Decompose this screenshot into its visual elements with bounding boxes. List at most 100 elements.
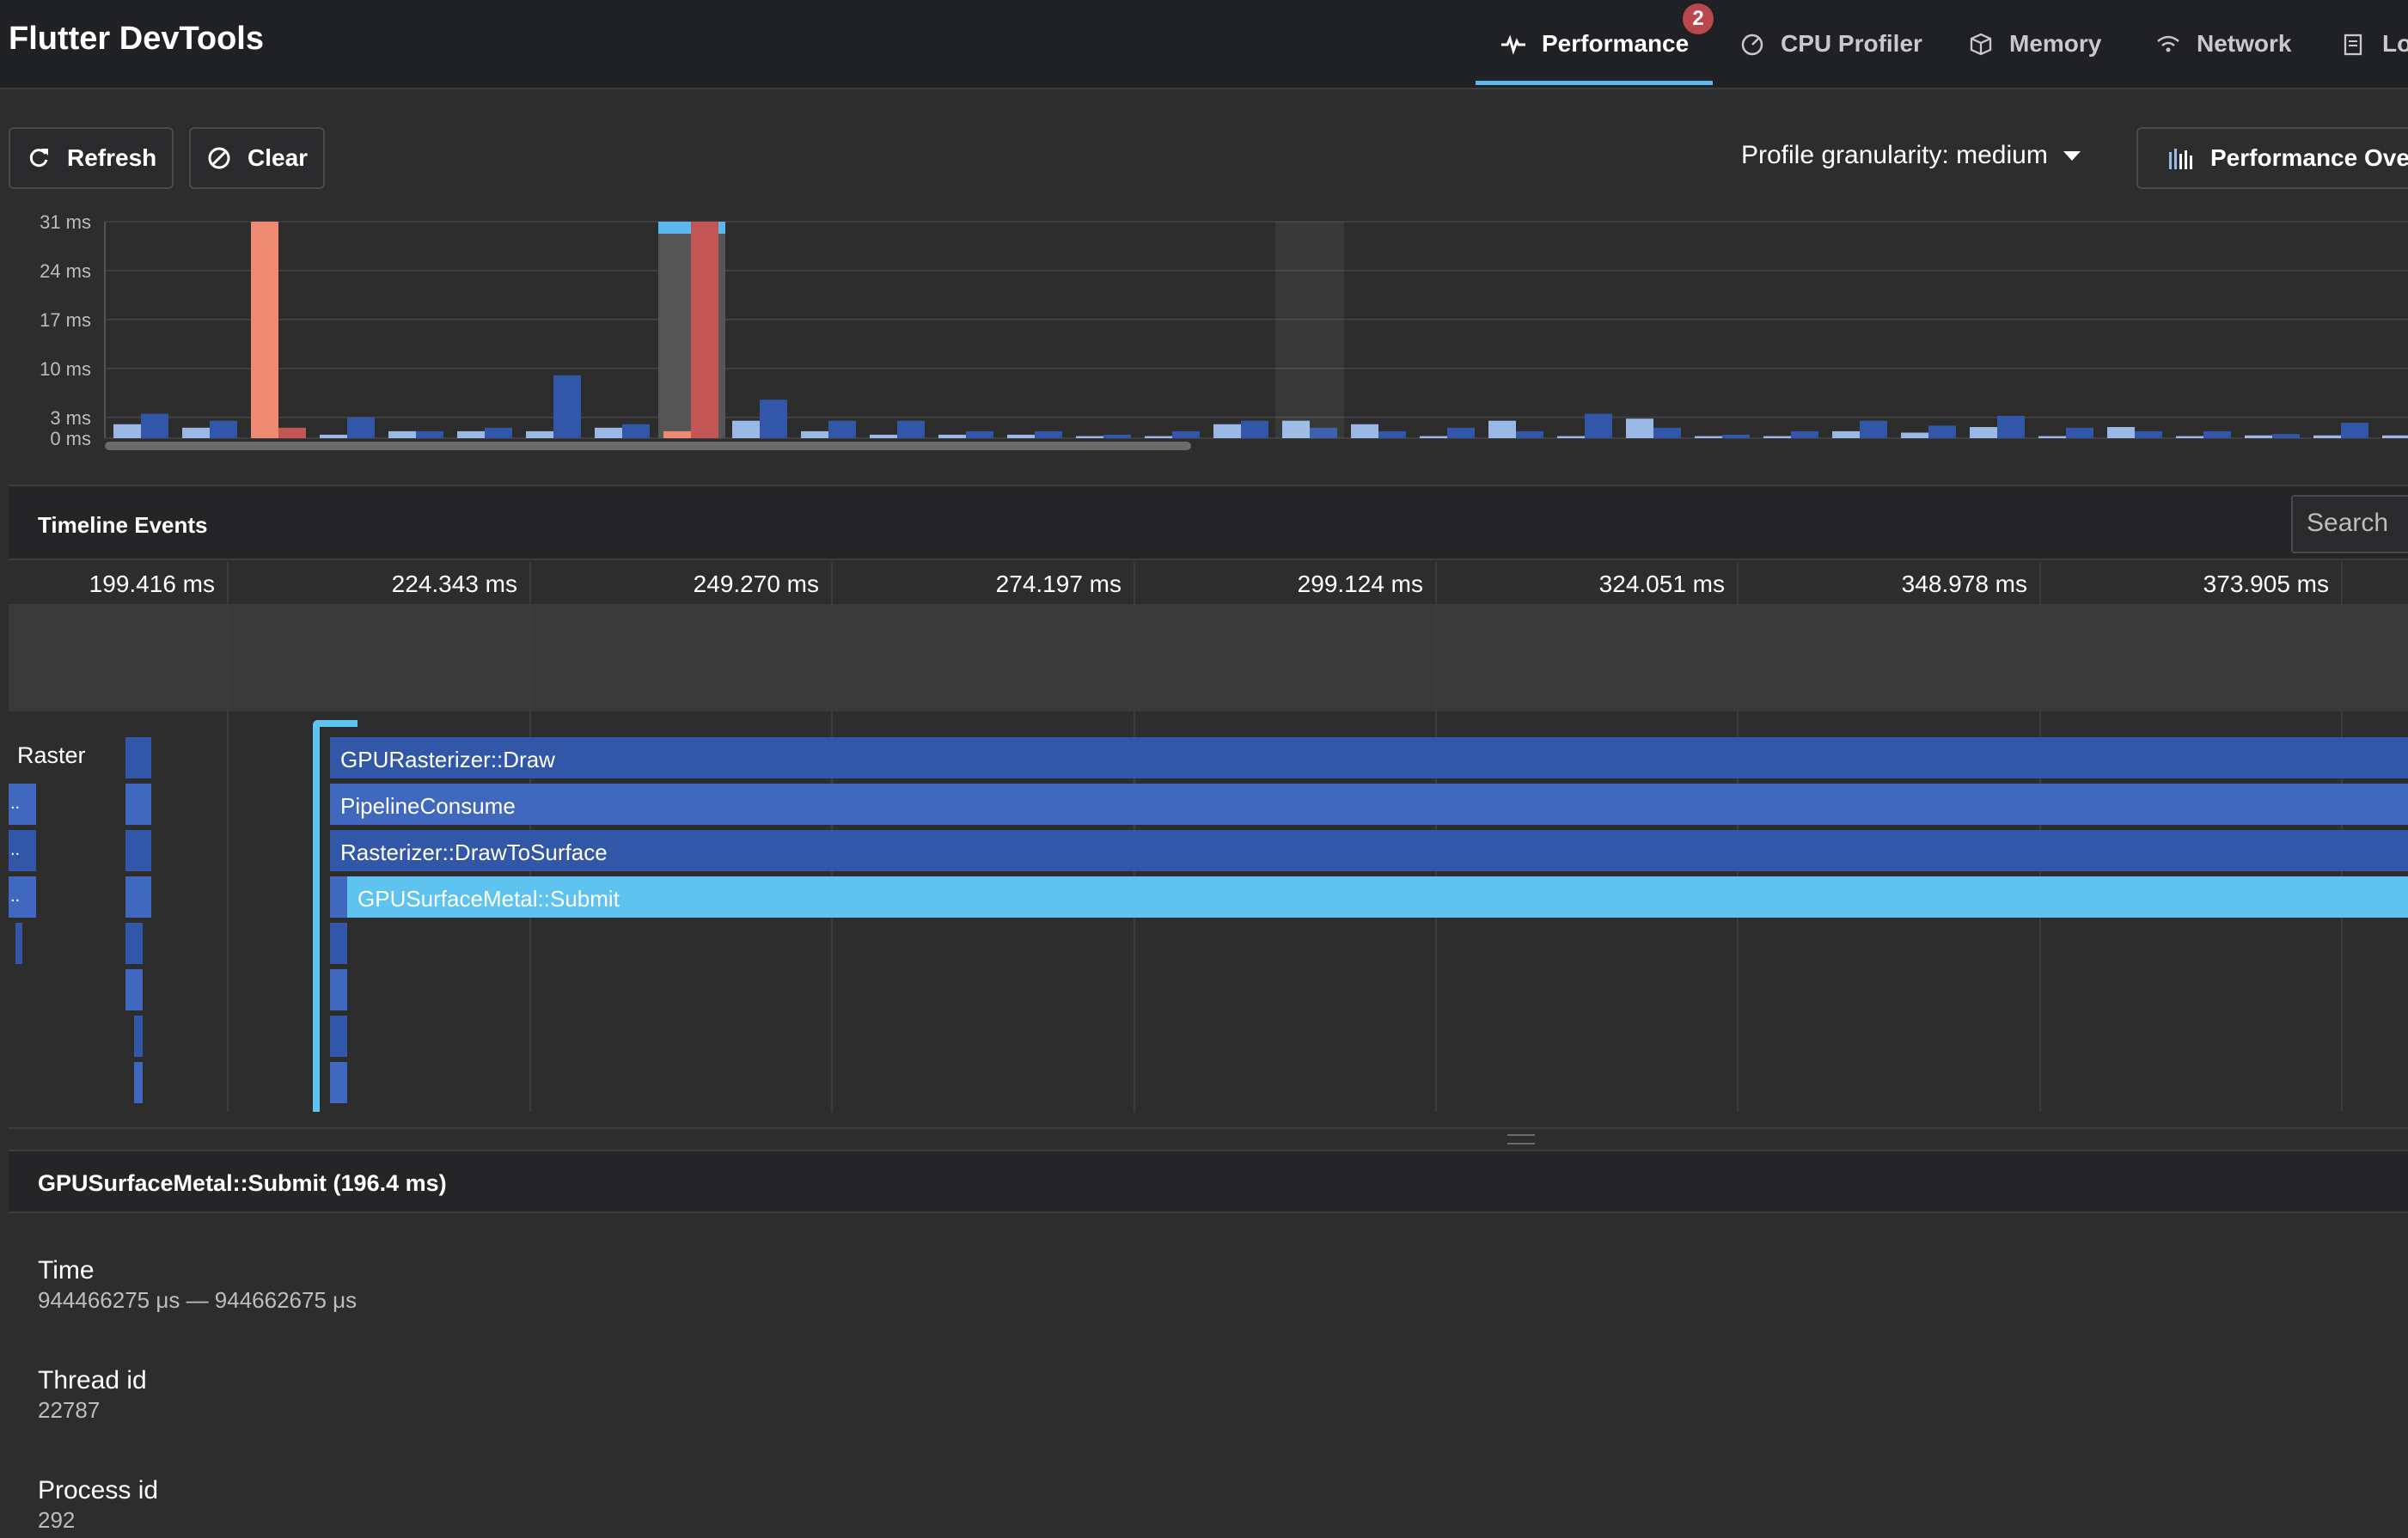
profile-granularity-dropdown[interactable]: Profile granularity: medium — [1741, 141, 2081, 170]
raster-frame-bar[interactable] — [416, 430, 443, 438]
raster-frame-bar[interactable] — [2203, 430, 2231, 438]
ui-frame-bar[interactable] — [457, 430, 485, 438]
event-block[interactable] — [330, 1062, 347, 1103]
tab-performance[interactable]: Performance — [1500, 0, 1689, 88]
raster-frame-bar[interactable] — [1378, 430, 1406, 438]
ui-frame-bar[interactable] — [251, 222, 278, 438]
raster-frame-bar[interactable] — [828, 420, 856, 438]
raster-frame-bar[interactable] — [691, 222, 718, 438]
ui-frame-bar[interactable] — [1351, 424, 1378, 438]
event-block[interactable] — [330, 876, 347, 918]
refresh-button[interactable]: Refresh — [9, 127, 174, 189]
performance-overlay-button[interactable]: Performance Overl — [2136, 127, 2408, 189]
ui-frame-bar[interactable] — [1695, 436, 1722, 438]
event-block[interactable] — [125, 923, 143, 964]
raster-frame-bar[interactable] — [2135, 430, 2162, 438]
raster-frame-bar[interactable] — [1447, 427, 1475, 438]
raster-frame-bar[interactable] — [278, 427, 306, 438]
ui-frame-bar[interactable] — [1213, 424, 1241, 438]
raster-frame-bar[interactable] — [1516, 430, 1543, 438]
ui-frame-bar[interactable] — [1420, 436, 1447, 438]
ui-frame-bar[interactable] — [732, 420, 760, 438]
ui-frame-bar[interactable] — [388, 430, 416, 438]
ui-frame-bar[interactable] — [1488, 420, 1516, 438]
raster-frame-bar[interactable] — [1997, 415, 2025, 438]
raster-frame-bar[interactable] — [2341, 423, 2368, 438]
event-block[interactable] — [125, 737, 151, 778]
raster-frame-bar[interactable] — [141, 413, 168, 438]
raster-frame-bar[interactable] — [966, 430, 993, 438]
ui-frame-bar[interactable] — [2176, 436, 2203, 438]
ui-frame-bar[interactable] — [526, 430, 553, 438]
ui-frame-bar[interactable] — [320, 434, 347, 438]
ui-frame-bar[interactable] — [2382, 435, 2408, 438]
ui-frame-bar[interactable] — [2038, 436, 2066, 438]
ui-frame-bar[interactable] — [801, 430, 828, 438]
event-block[interactable] — [134, 1016, 143, 1057]
ui-frame-bar[interactable] — [870, 434, 897, 438]
event-block[interactable] — [125, 876, 151, 918]
raster-frame-bar[interactable] — [210, 420, 237, 438]
event-block[interactable] — [15, 923, 22, 964]
event-block[interactable] — [330, 923, 347, 964]
raster-frame-bar[interactable] — [347, 417, 375, 438]
event-block[interactable]: .. — [9, 830, 36, 871]
tab-logging[interactable]: Lo — [2341, 0, 2408, 88]
event-gpurasterizer-draw[interactable]: GPURasterizer::Draw — [330, 737, 2408, 778]
raster-frame-bar[interactable] — [760, 400, 787, 438]
ui-frame-bar[interactable] — [1901, 432, 1928, 438]
tab-memory[interactable]: Memory — [1968, 0, 2101, 88]
raster-frame-bar[interactable] — [485, 427, 512, 438]
raster-frame-bar[interactable] — [1172, 430, 1200, 438]
raster-frame-bar[interactable] — [1035, 430, 1062, 438]
frame-chart[interactable]: 31 ms 24 ms 17 ms 10 ms 3 ms 0 ms — [0, 206, 2408, 455]
ui-frame-bar[interactable] — [2245, 435, 2272, 438]
ui-frame-bar[interactable] — [595, 427, 622, 438]
ui-frame-bar[interactable] — [1145, 436, 1172, 438]
event-block[interactable] — [330, 1016, 347, 1057]
ui-frame-bar[interactable] — [1763, 436, 1791, 438]
ui-frame-bar[interactable] — [938, 434, 966, 438]
event-rasterizer-draw-to-surface[interactable]: Rasterizer::DrawToSurface — [330, 830, 2408, 871]
event-block[interactable] — [125, 830, 151, 871]
event-pipeline-consume[interactable]: PipelineConsume — [330, 784, 2408, 825]
ui-frame-bar[interactable] — [1970, 426, 1997, 438]
raster-frame-bar[interactable] — [2066, 427, 2093, 438]
raster-frame-bar[interactable] — [897, 420, 925, 438]
event-block[interactable] — [125, 969, 143, 1010]
clear-button[interactable]: Clear — [189, 127, 326, 189]
raster-frame-bar[interactable] — [1103, 434, 1131, 438]
frame-chart-svg[interactable] — [0, 206, 2408, 455]
event-block[interactable] — [134, 1062, 143, 1103]
event-block[interactable]: .. — [9, 876, 36, 918]
search-input[interactable]: Search — [2291, 495, 2408, 553]
resize-handle[interactable] — [1507, 1134, 1535, 1144]
raster-frame-bar[interactable] — [1241, 420, 1268, 438]
ui-frame-bar[interactable] — [1557, 436, 1585, 438]
event-block[interactable]: .. — [9, 784, 36, 825]
ui-frame-bar[interactable] — [2313, 435, 2341, 438]
ui-frame-bar[interactable] — [2107, 426, 2135, 438]
ui-frame-bar[interactable] — [1832, 430, 1860, 438]
event-gpu-surface-metal-submit[interactable]: GPUSurfaceMetal::Submit — [347, 876, 2408, 918]
raster-frame-bar[interactable] — [1722, 434, 1750, 438]
ui-frame-bar[interactable] — [182, 427, 210, 438]
raster-frame-bar[interactable] — [622, 424, 650, 438]
event-block[interactable] — [125, 784, 151, 825]
ui-frame-bar[interactable] — [663, 430, 691, 438]
raster-frame-bar[interactable] — [1585, 413, 1612, 438]
ui-frame-bar[interactable] — [1007, 434, 1035, 438]
raster-frame-bar[interactable] — [1928, 425, 1956, 438]
event-block[interactable] — [330, 969, 347, 1010]
raster-frame-bar[interactable] — [553, 375, 581, 438]
tab-network[interactable]: Network — [2155, 0, 2291, 88]
ui-frame-bar[interactable] — [113, 424, 141, 438]
raster-frame-bar[interactable] — [1653, 427, 1681, 438]
ui-frame-bar[interactable] — [1626, 418, 1653, 438]
raster-frame-bar[interactable] — [1791, 430, 1818, 438]
raster-frame-bar[interactable] — [1860, 420, 1887, 438]
ui-frame-bar[interactable] — [1076, 436, 1103, 438]
raster-frame-bar[interactable] — [2272, 434, 2300, 438]
chart-scrollbar[interactable] — [105, 442, 1191, 450]
tab-cpu-profiler[interactable]: CPU Profiler — [1739, 0, 1922, 88]
